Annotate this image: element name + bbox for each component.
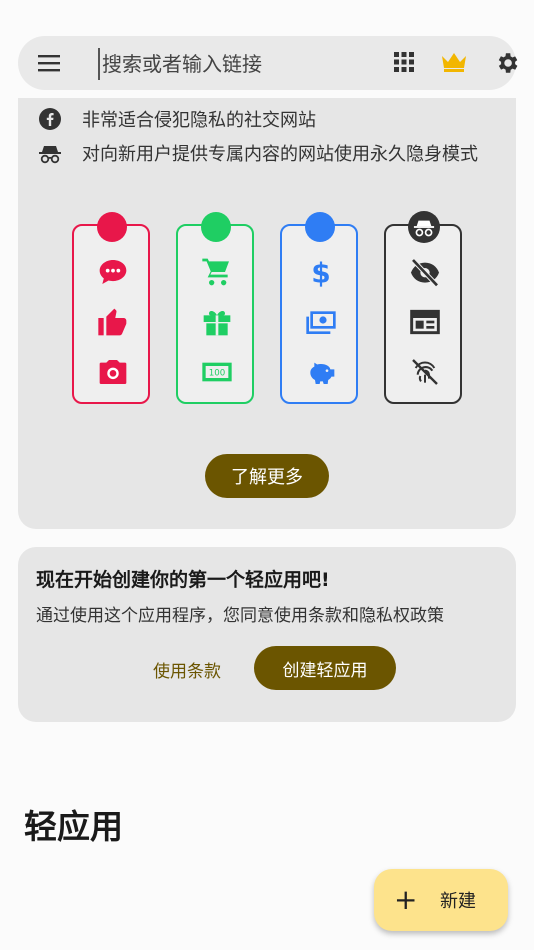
eye-off-icon — [411, 258, 439, 287]
svg-text:100: 100 — [209, 368, 226, 378]
new-button-label: 新建 — [440, 891, 476, 912]
finance-panel-dot — [305, 212, 335, 242]
search-input[interactable] — [98, 48, 374, 80]
incognito-icon — [413, 220, 435, 237]
apps-grid-icon[interactable] — [394, 52, 414, 72]
feature-row-incognito: 对向新用户提供专属内容的网站使用永久隐身模式 — [38, 140, 478, 166]
feature-card: 非常适合侵犯隐私的社交网站 对向新用户提供专属内容的网站使用永久隐身模式 100… — [18, 98, 516, 529]
onboarding-card: 现在开始创建你的第一个轻应用吧! 通过使用这个应用程序，您同意使用条款和隐私权政… — [18, 547, 516, 722]
status-bar — [0, 0, 534, 28]
fingerprint-off-icon — [412, 359, 438, 385]
plus-icon: + — [394, 883, 418, 916]
shopping-panel: 100 — [176, 212, 254, 404]
learn-more-button[interactable]: 了解更多 — [205, 454, 329, 498]
shopping-panel-dot — [201, 212, 231, 242]
social-panel — [72, 212, 150, 404]
cash-icon — [306, 311, 336, 334]
create-light-app-button[interactable]: 创建轻应用 — [254, 646, 396, 690]
money-bill-icon: 100 — [202, 362, 232, 382]
privacy-panel-dot — [408, 211, 440, 243]
camera-icon — [99, 360, 127, 384]
shopping-cart-icon — [202, 258, 229, 286]
terms-of-use-button[interactable]: 使用条款 — [140, 647, 234, 691]
new-button[interactable]: + 新建 — [374, 869, 508, 931]
finance-panel: $ — [280, 212, 358, 404]
feature-row-social: 非常适合侵犯隐私的社交网站 — [38, 106, 316, 132]
dollar-icon: $ — [311, 257, 330, 288]
gift-icon — [203, 311, 231, 336]
piggy-bank-icon — [310, 362, 335, 384]
chat-bubble-icon — [99, 260, 127, 284]
section-title: 轻应用 — [24, 807, 123, 846]
privacy-panel — [384, 211, 462, 404]
facebook-icon — [39, 108, 61, 130]
incognito-icon — [39, 146, 61, 164]
svg-text:$: $ — [311, 257, 330, 288]
menu-icon[interactable] — [38, 53, 60, 73]
web-layout-icon — [410, 309, 440, 335]
feature-text-social: 非常适合侵犯隐私的社交网站 — [82, 110, 316, 131]
feature-text-incognito: 对向新用户提供专属内容的网站使用永久隐身模式 — [82, 144, 478, 165]
crown-icon[interactable] — [440, 50, 468, 74]
onboarding-title: 现在开始创建你的第一个轻应用吧! — [36, 569, 330, 591]
settings-gear-icon[interactable] — [494, 50, 520, 76]
onboarding-description: 通过使用这个应用程序，您同意使用条款和隐私权政策 — [36, 606, 444, 626]
search-bar — [18, 36, 518, 90]
social-panel-dot — [97, 212, 127, 242]
thumbs-up-icon — [98, 308, 127, 336]
